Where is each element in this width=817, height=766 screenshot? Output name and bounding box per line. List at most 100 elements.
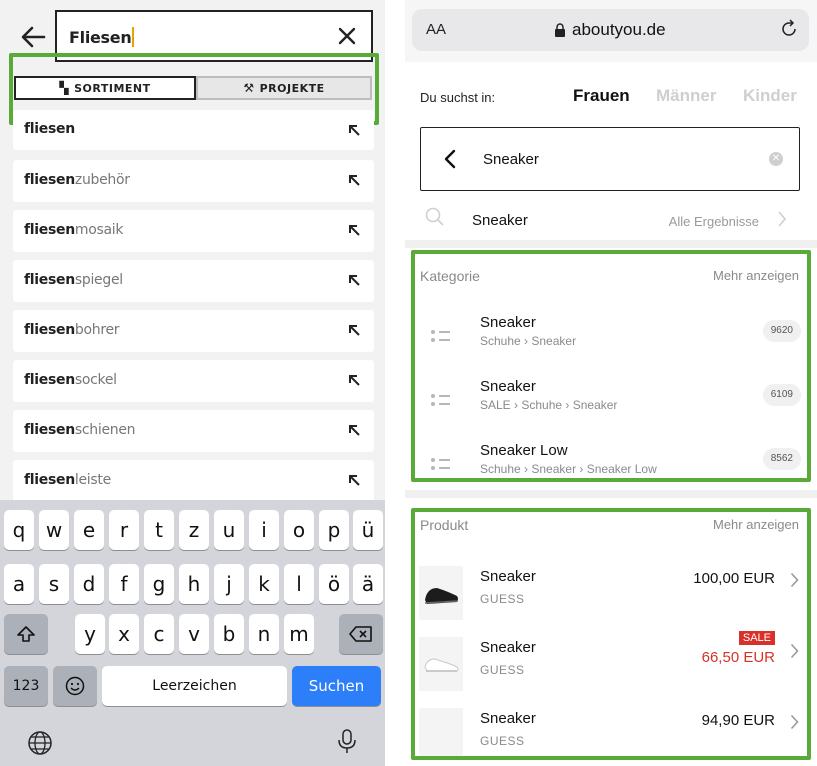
key[interactable]: a xyxy=(4,564,34,604)
key[interactable]: r xyxy=(109,510,139,550)
key[interactable]: w xyxy=(39,510,69,550)
suggestion-suffix: leiste xyxy=(74,472,111,488)
suggestion-suffix: zubehör xyxy=(74,172,130,188)
product-highlight-box xyxy=(411,508,811,760)
key[interactable]: ö xyxy=(319,564,349,604)
key[interactable]: i xyxy=(249,510,279,550)
search-input-value: Sneaker xyxy=(483,151,539,168)
fashion-store-search-screen: AA aboutyou.de Du suchst in: Frauen Männ… xyxy=(405,0,817,766)
text-cursor xyxy=(132,27,135,47)
suggestion-suffix: spiegel xyxy=(74,272,123,288)
gender-label: Du suchst in: xyxy=(420,90,496,105)
arrow-up-left-icon[interactable] xyxy=(348,124,360,136)
arrow-up-left-icon[interactable] xyxy=(348,324,360,336)
gender-tab-kinder[interactable]: Kinder xyxy=(743,86,797,106)
gender-tab-frauen[interactable]: Frauen xyxy=(573,86,630,106)
key[interactable]: g xyxy=(144,564,174,604)
suggestion-term: fliesen xyxy=(24,372,75,388)
search-input[interactable]: Sneaker ✕ xyxy=(420,127,800,191)
key[interactable]: q xyxy=(4,510,34,550)
search-header: Fliesen ▚ SORTIMENT ⚒ PROJEKTE xyxy=(0,0,385,125)
backspace-icon xyxy=(349,626,372,642)
emoji-key[interactable] xyxy=(53,666,97,706)
space-key[interactable]: Leerzeichen xyxy=(102,666,287,706)
key[interactable]: b xyxy=(214,614,244,654)
shift-icon xyxy=(17,626,35,642)
list-item[interactable]: fliesen xyxy=(13,110,374,150)
key[interactable]: m xyxy=(284,614,314,654)
key[interactable]: k xyxy=(249,564,279,604)
key[interactable]: j xyxy=(214,564,244,604)
key[interactable]: c xyxy=(144,614,174,654)
back-arrow-icon[interactable] xyxy=(18,22,48,52)
address-bar[interactable]: AA aboutyou.de xyxy=(412,9,809,51)
key[interactable]: z xyxy=(179,510,209,550)
suggestion-term: fliesen xyxy=(24,172,75,188)
suggestion-suffix: schienen xyxy=(74,422,136,438)
clear-search-icon[interactable]: ✕ xyxy=(769,152,783,166)
arrow-up-left-icon[interactable] xyxy=(348,374,360,386)
key[interactable]: ü xyxy=(353,510,383,550)
suggestion-term: fliesen xyxy=(24,121,75,137)
lock-icon xyxy=(555,23,565,37)
search-submit-key[interactable]: Suchen xyxy=(292,666,381,706)
text-size-button[interactable]: AA xyxy=(426,21,446,38)
hardware-store-search-screen: Fliesen ▚ SORTIMENT ⚒ PROJEKTE fliesen f… xyxy=(0,0,385,766)
gender-tab-maenner[interactable]: Männer xyxy=(656,86,716,106)
chevron-left-icon[interactable] xyxy=(443,149,457,169)
divider xyxy=(405,490,817,498)
list-item[interactable]: fliesenspiegel xyxy=(13,260,374,302)
url-text: aboutyou.de xyxy=(572,20,666,39)
suggestion-suffix: mosaik xyxy=(74,222,124,238)
search-icon xyxy=(425,207,444,226)
suggestion-term: fliesen xyxy=(24,422,75,438)
list-item[interactable]: fliesenleiste xyxy=(13,460,374,502)
emoji-icon xyxy=(65,676,85,696)
browser-address-area: AA aboutyou.de xyxy=(405,0,817,62)
all-results-link[interactable]: Alle Ergebnisse xyxy=(669,214,759,229)
list-item[interactable]: fliesenmosaik xyxy=(13,210,374,252)
numbers-key[interactable]: 123 xyxy=(4,666,48,706)
category-highlight-box xyxy=(411,250,811,482)
shift-key[interactable] xyxy=(4,614,48,654)
key[interactable]: n xyxy=(249,614,279,654)
suggestion-suffix: sockel xyxy=(74,372,117,388)
key[interactable]: f xyxy=(109,564,139,604)
list-item[interactable]: fliesenzubehör xyxy=(13,160,374,202)
key[interactable]: x xyxy=(109,614,139,654)
key[interactable]: s xyxy=(39,564,69,604)
arrow-up-left-icon[interactable] xyxy=(348,224,360,236)
suggestion-term: fliesen xyxy=(24,272,75,288)
key[interactable]: d xyxy=(74,564,104,604)
list-item[interactable]: fliesenschienen xyxy=(13,410,374,452)
suggestion-text: Sneaker xyxy=(472,212,528,229)
microphone-icon[interactable] xyxy=(334,728,360,754)
arrow-up-left-icon[interactable] xyxy=(348,274,360,286)
globe-icon[interactable] xyxy=(27,730,53,756)
key[interactable]: y xyxy=(75,614,105,654)
suggestion-term: fliesen xyxy=(24,222,75,238)
key[interactable]: p xyxy=(319,510,349,550)
arrow-up-left-icon[interactable] xyxy=(348,174,360,186)
clear-search-icon[interactable] xyxy=(337,26,357,46)
list-item[interactable]: fliesensockel xyxy=(13,360,374,402)
key[interactable]: u xyxy=(214,510,244,550)
key[interactable]: e xyxy=(74,510,104,550)
suggestion-term: fliesen xyxy=(24,472,75,488)
backspace-key[interactable] xyxy=(339,614,383,654)
key[interactable]: ä xyxy=(353,564,383,604)
key[interactable]: h xyxy=(179,564,209,604)
arrow-up-left-icon[interactable] xyxy=(348,474,360,486)
arrow-up-left-icon[interactable] xyxy=(348,424,360,436)
key[interactable]: t xyxy=(144,510,174,550)
key[interactable]: o xyxy=(284,510,314,550)
key[interactable]: v xyxy=(179,614,209,654)
search-input-value: Fliesen xyxy=(69,28,132,47)
reload-icon[interactable] xyxy=(779,19,799,39)
suggestion-suffix: bohrer xyxy=(74,322,120,338)
chevron-right-icon xyxy=(778,211,787,227)
divider xyxy=(405,240,817,248)
key[interactable]: l xyxy=(284,564,314,604)
list-item[interactable]: fliesenbohrer xyxy=(13,310,374,352)
search-suggestion-row[interactable]: Sneaker Alle Ergebnisse xyxy=(405,200,817,240)
